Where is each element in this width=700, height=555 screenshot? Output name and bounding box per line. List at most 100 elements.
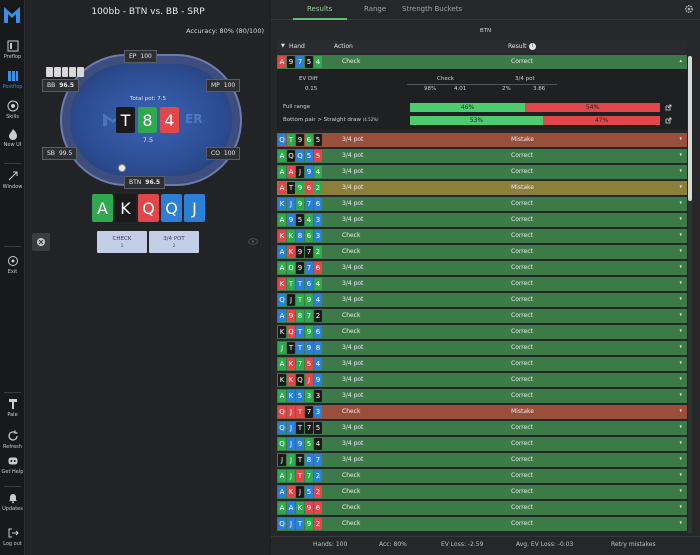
hand-card: 4	[314, 56, 322, 68]
gear-icon[interactable]	[684, 4, 694, 14]
sidebar-item-refresh[interactable]: Refresh	[0, 430, 25, 450]
row-action: Check	[342, 408, 361, 415]
chevron-down-icon[interactable]: ▾	[679, 520, 682, 526]
result-row[interactable]: K T T 6 4 3/4 pot Correct ▾	[277, 277, 687, 291]
tab-range[interactable]: Range	[364, 5, 386, 13]
hand-cards: A9543	[278, 214, 322, 226]
result-row[interactable]: A K 9 7 2 Check Correct ▾	[277, 245, 687, 259]
sidebar-item-get-help[interactable]: Get Help	[0, 455, 25, 475]
result-row[interactable]: Q J T 9 4 3/4 pot Correct ▾	[277, 293, 687, 307]
expanded-row-header[interactable]: A9754 Check Correct ▴	[277, 55, 687, 69]
sidebar-item-window[interactable]: Window	[0, 170, 25, 190]
result-row[interactable]: K Q T 9 6 Check Correct ▾	[277, 325, 687, 339]
hand-card: A	[278, 502, 286, 514]
hand-card: Q	[287, 326, 295, 338]
sort-caret-icon[interactable]: ▼	[281, 43, 285, 49]
chevron-down-icon[interactable]: ▾	[679, 424, 682, 430]
eye-icon[interactable]	[248, 238, 258, 245]
chevron-down-icon[interactable]: ▾	[679, 328, 682, 334]
result-row[interactable]: J T T 9 8 3/4 pot Correct ▾	[277, 341, 687, 355]
result-row[interactable]: Q J T 9 2 Check Correct ▾	[277, 517, 687, 531]
hand-column-header[interactable]: Hand	[289, 43, 305, 50]
sidebar-item-updates[interactable]: Updates	[0, 492, 25, 512]
hand-card: J	[287, 454, 295, 466]
scrollbar-thumb[interactable]	[688, 56, 692, 201]
bet-action-button[interactable]: 3/4 POT 2	[149, 231, 199, 253]
chevron-down-icon[interactable]: ▾	[679, 360, 682, 366]
row-result: Correct	[511, 440, 533, 447]
chevron-down-icon[interactable]: ▾	[679, 184, 682, 190]
chevron-down-icon[interactable]: ▾	[679, 408, 682, 414]
result-column-header[interactable]: Result	[508, 43, 527, 50]
result-row[interactable]: A K 7 5 4 3/4 pot Correct ▾	[277, 357, 687, 371]
chevron-down-icon[interactable]: ▾	[679, 312, 682, 318]
hand-cards: AAK96	[278, 502, 322, 514]
bell-icon	[8, 494, 17, 504]
external-link-icon[interactable]	[665, 104, 672, 111]
chevron-down-icon[interactable]: ▾	[679, 472, 682, 478]
chevron-down-icon[interactable]: ▾	[679, 504, 682, 510]
sidebar-item-preflop[interactable]: Preflop	[0, 40, 25, 60]
external-link-icon[interactable]	[665, 117, 672, 124]
action-column-header[interactable]: Action	[334, 43, 353, 50]
result-row[interactable]: A K J 5 2 Check Correct ▾	[277, 485, 687, 499]
chevron-down-icon[interactable]: ▾	[679, 280, 682, 286]
result-row[interactable]: A Q Q 5 5 3/4 pot Correct ▾	[277, 149, 687, 163]
result-row[interactable]: K J 9 7 6 3/4 pot Correct ▾	[277, 197, 687, 211]
hand-card: Q	[287, 262, 295, 274]
chevron-up-icon[interactable]: ▴	[679, 58, 682, 64]
result-row[interactable]: Q J 9 5 4 3/4 pot Correct ▾	[277, 437, 687, 451]
retry-mistakes-button[interactable]: Retry mistakes	[611, 541, 656, 548]
chevron-down-icon[interactable]: ▾	[679, 392, 682, 398]
app-logo-icon[interactable]	[2, 4, 22, 26]
result-row[interactable]: A A J 9 4 3/4 pot Correct ▾	[277, 165, 687, 179]
info-icon[interactable]: i	[529, 43, 536, 50]
hand-card: 9	[296, 134, 304, 146]
chevron-down-icon[interactable]: ▾	[679, 376, 682, 382]
result-row[interactable]: A J T 7 2 Check Correct ▾	[277, 469, 687, 483]
chevron-down-icon[interactable]: ▾	[679, 488, 682, 494]
sidebar-item-exit[interactable]: Exit	[0, 255, 25, 275]
row-action: 3/4 pot	[342, 216, 364, 223]
hand-card: J	[287, 438, 295, 450]
sidebar-item-postflop[interactable]: Postflop	[0, 70, 25, 90]
result-row[interactable]: Q T 9 6 5 3/4 pot Mistake ▾	[277, 133, 687, 147]
chevron-down-icon[interactable]: ▾	[679, 216, 682, 222]
sidebar-item-log-out[interactable]: Log out	[0, 527, 25, 547]
tab-strength-buckets[interactable]: Strength Buckets	[402, 5, 462, 13]
result-row[interactable]: K K 8 6 3 Check Correct ▾	[277, 229, 687, 243]
result-row[interactable]: A A K 9 6 Check Correct ▾	[277, 501, 687, 515]
result-row[interactable]: Q J T 7 5 3/4 pot Correct ▾	[277, 421, 687, 435]
chevron-down-icon[interactable]: ▾	[679, 200, 682, 206]
hand-cards: QT965	[278, 134, 322, 146]
result-row[interactable]: A Q 9 7 6 3/4 pot Correct ▾	[277, 261, 687, 275]
chevron-down-icon[interactable]: ▾	[679, 248, 682, 254]
chevron-down-icon[interactable]: ▾	[679, 152, 682, 158]
sidebar-item-new-ui[interactable]: New UI	[0, 128, 25, 148]
row-action: Check	[342, 328, 361, 335]
hand-card: J	[287, 470, 295, 482]
result-row[interactable]: A 9 8 7 2 Check Correct ▾	[277, 309, 687, 323]
result-row[interactable]: A T 9 6 2 3/4 pot Mistake ▾	[277, 181, 687, 195]
chevron-down-icon[interactable]: ▾	[679, 168, 682, 174]
hand-card: 9	[296, 438, 304, 450]
result-row[interactable]: Q J T 7 3 Check Mistake ▾	[277, 405, 687, 419]
result-row[interactable]: A 9 5 4 3 3/4 pot Correct ▾	[277, 213, 687, 227]
chevron-down-icon[interactable]: ▾	[679, 136, 682, 142]
tab-results[interactable]: Results	[307, 5, 332, 13]
chevron-down-icon[interactable]: ▾	[679, 456, 682, 462]
result-row[interactable]: J J T 8 7 3/4 pot Correct ▾	[277, 453, 687, 467]
chevron-down-icon[interactable]: ▾	[679, 344, 682, 350]
chevron-down-icon[interactable]: ▾	[679, 232, 682, 238]
sidebar-item-skills[interactable]: Skills	[0, 100, 25, 120]
close-button[interactable]	[32, 233, 50, 251]
result-row[interactable]: A K 5 3 3 3/4 pot Correct ▾	[277, 389, 687, 403]
sidebar-item-pale[interactable]: Pale	[0, 398, 25, 418]
chevron-down-icon[interactable]: ▾	[679, 296, 682, 302]
row-result: Mistake	[511, 408, 534, 415]
result-row[interactable]: K K Q J 9 3/4 pot Correct ▾	[277, 373, 687, 387]
check-action-button[interactable]: CHECK 1	[97, 231, 147, 253]
chevron-down-icon[interactable]: ▾	[679, 440, 682, 446]
chevron-down-icon[interactable]: ▾	[679, 264, 682, 270]
hand-card: T	[287, 342, 295, 354]
